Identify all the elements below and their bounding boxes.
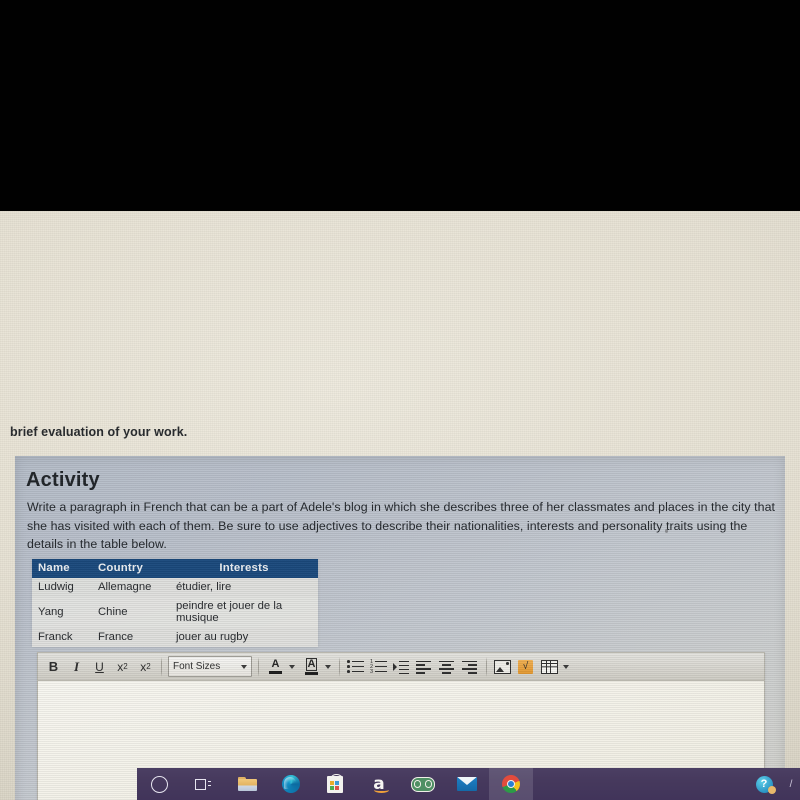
highlight-color-letter: A <box>305 658 318 672</box>
highlight-color-button[interactable]: A <box>301 656 322 677</box>
cell-name: Yang <box>32 597 92 628</box>
table-header-row: Name Country Interests <box>32 559 318 578</box>
numbered-list-icon: 123 <box>370 659 387 674</box>
table-icon <box>541 659 558 674</box>
align-center-button[interactable] <box>437 656 458 677</box>
activity-description: Write a paragraph in French that can be … <box>27 500 776 552</box>
superscript-exponent: 2 <box>123 662 128 671</box>
chevron-down-icon[interactable] <box>325 664 331 669</box>
cell-interests: étudier, lire <box>170 578 318 597</box>
cell-country: Chine <box>92 597 170 628</box>
edge-icon <box>282 775 300 793</box>
insert-formula-button[interactable]: √ <box>515 656 536 677</box>
font-color-letter: A <box>271 658 280 671</box>
table-row: Yang Chine peindre et jouer de la musiqu… <box>32 597 318 628</box>
details-table: Name Country Interests Ludwig Allemagne … <box>32 559 318 647</box>
toolbar-group-text-style: B I U x2 x2 <box>42 653 157 680</box>
screen-letterbox-top <box>0 0 800 211</box>
font-color-button[interactable]: A <box>265 656 286 677</box>
insert-table-control[interactable] <box>538 656 572 677</box>
taskbar-item-mail[interactable] <box>445 768 489 800</box>
image-icon <box>494 659 511 674</box>
help-question-icon: ? <box>755 775 776 794</box>
taskbar-item-goggles[interactable] <box>401 768 445 800</box>
cell-name: Ludwig <box>32 578 92 597</box>
taskbar-item-task-view[interactable] <box>181 768 225 800</box>
chevron-down-icon[interactable] <box>289 664 295 669</box>
amazon-icon: a <box>373 773 390 794</box>
task-view-icon <box>195 778 211 791</box>
tray-chevron-icon[interactable]: / <box>786 775 796 793</box>
toolbar-divider <box>258 656 259 677</box>
mail-icon <box>457 777 477 791</box>
font-color-swatch <box>269 671 282 674</box>
column-header-country: Country <box>92 559 170 578</box>
cell-country: Allemagne <box>92 578 170 597</box>
taskbar-item-microsoft-edge[interactable] <box>269 768 313 800</box>
superscript-button[interactable]: x2 <box>112 656 133 677</box>
chevron-down-icon <box>241 664 247 669</box>
cell-interests: peindre et jouer de la musique <box>170 597 318 628</box>
numbered-list-button[interactable]: 123 <box>368 656 389 677</box>
highlight-color-icon: A <box>304 657 320 676</box>
subscript-button[interactable]: x2 <box>135 656 156 677</box>
table-row: Ludwig Allemagne étudier, lire <box>32 578 318 597</box>
bulleted-list-button[interactable] <box>345 656 366 677</box>
align-right-button[interactable] <box>460 656 481 677</box>
align-right-icon <box>462 660 479 674</box>
font-color-control[interactable]: A <box>264 656 298 677</box>
align-left-icon <box>416 660 433 674</box>
chevron-down-icon[interactable] <box>563 664 569 669</box>
taskbar-item-google-chrome[interactable] <box>489 768 533 800</box>
dust-speck <box>665 529 668 533</box>
preceding-instruction-text: brief evaluation of your work. <box>10 425 188 439</box>
taskbar-item-amazon[interactable]: a <box>357 768 401 800</box>
subscript-index: 2 <box>146 662 151 671</box>
highlight-color-swatch <box>305 672 318 675</box>
toolbar-group-lists: 123 <box>344 653 482 680</box>
cell-name: Franck <box>32 628 92 647</box>
bulleted-list-icon <box>347 660 364 674</box>
indent-icon <box>393 660 410 675</box>
highlight-color-control[interactable]: A <box>300 656 334 677</box>
bold-button[interactable]: B <box>43 656 64 677</box>
taskbar-item-file-explorer[interactable] <box>225 768 269 800</box>
windows-taskbar: a ? / <box>137 768 800 800</box>
italic-button[interactable]: I <box>66 656 87 677</box>
cell-interests: jouer au rugby <box>170 628 318 647</box>
formula-icon: √ <box>518 659 533 674</box>
toolbar-group-insert: √ <box>491 653 573 680</box>
column-header-name: Name <box>32 559 92 578</box>
insert-image-button[interactable] <box>492 656 513 677</box>
table-row: Franck France jouer au rugby <box>32 628 318 647</box>
file-explorer-icon <box>237 776 257 792</box>
insert-table-button[interactable] <box>539 656 560 677</box>
toolbar-divider <box>486 656 487 677</box>
page-title: Activity <box>26 469 100 491</box>
cell-country: France <box>92 628 170 647</box>
font-size-value: Font Sizes <box>173 661 221 672</box>
column-header-interests: Interests <box>170 559 318 578</box>
indent-button[interactable] <box>391 656 412 677</box>
align-left-button[interactable] <box>414 656 435 677</box>
underline-button[interactable]: U <box>89 656 110 677</box>
microsoft-store-icon <box>327 773 343 793</box>
toolbar-divider <box>339 656 340 677</box>
cortana-circle-icon <box>150 775 168 793</box>
taskbar-item-help[interactable]: ? <box>742 768 786 800</box>
goggles-icon <box>411 776 435 792</box>
align-center-icon <box>439 660 456 674</box>
screen-photo: brief evaluation of your work. Activity … <box>0 0 800 800</box>
webpage-viewport: brief evaluation of your work. Activity … <box>0 211 800 800</box>
font-size-select[interactable]: Font Sizes <box>168 656 252 677</box>
font-color-icon: A <box>268 657 284 676</box>
editor-toolbar: B I U x2 x2 Font Sizes A A 1 2 3 √ <box>38 653 764 681</box>
activity-panel: Activity Write a paragraph in French tha… <box>15 456 785 800</box>
taskbar-item-microsoft-store[interactable] <box>313 768 357 800</box>
taskbar-item-cortana[interactable] <box>137 768 181 800</box>
chrome-icon <box>502 775 520 793</box>
toolbar-divider <box>161 656 162 677</box>
